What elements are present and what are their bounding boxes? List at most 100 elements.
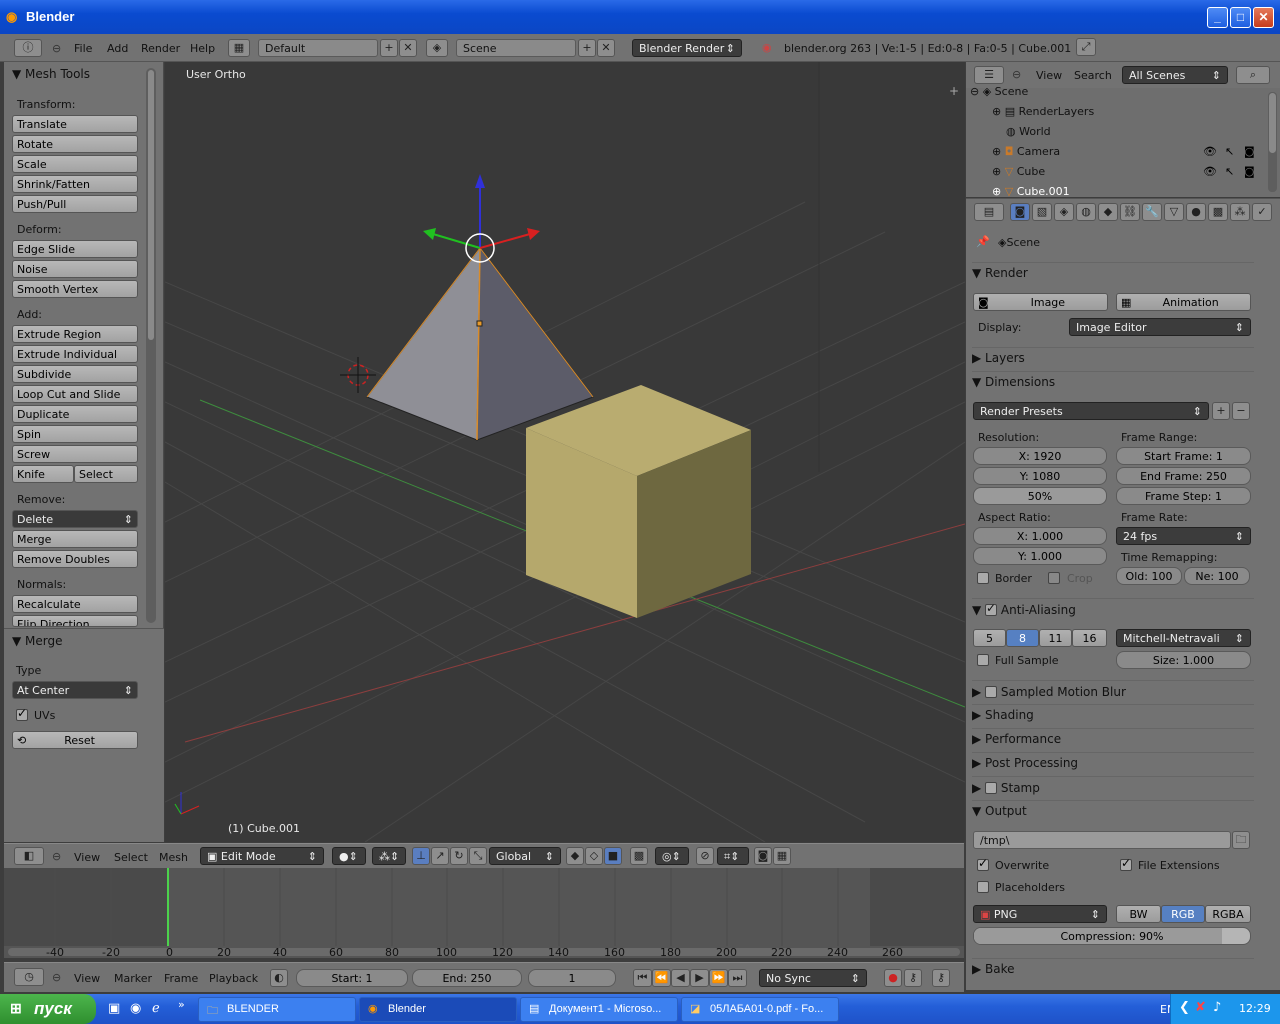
start-frame-field[interactable]: Start: 1 — [296, 969, 408, 987]
motion-blur-panel-header[interactable]: ▶ Sampled Motion Blur — [972, 680, 1254, 702]
outliner-item-world[interactable]: ◍ World — [1006, 125, 1051, 138]
play-icon[interactable]: ▶ — [690, 969, 709, 987]
editor-type-outliner-icon[interactable]: ☰ — [974, 66, 1004, 84]
menu-add[interactable]: Add — [107, 42, 128, 55]
merge-type-select[interactable]: At Center ⇕ — [12, 681, 138, 699]
outliner-item-renderlayers[interactable]: ⊕ ▤ RenderLayers — [992, 105, 1094, 118]
resolution-percentage-field[interactable]: 50% — [973, 487, 1107, 505]
merge-panel-header[interactable]: ▼ Merge — [12, 634, 63, 648]
render-engine-select[interactable]: Blender Render ⇕ — [632, 39, 742, 57]
color-bw-button[interactable]: BW — [1116, 905, 1161, 923]
edge-select-icon[interactable]: ◇ — [585, 847, 603, 865]
color-rgb-button[interactable]: RGB — [1161, 905, 1205, 923]
recalculate-button[interactable]: Recalculate — [12, 595, 138, 613]
aa-samples-11-button[interactable]: 11 — [1039, 629, 1072, 647]
motion-blur-checkbox[interactable] — [985, 686, 998, 698]
translate-button[interactable]: Translate — [12, 115, 138, 133]
render-tab-icon[interactable]: ◙ — [1010, 203, 1030, 221]
particles-tab-icon[interactable]: ⁂ — [1230, 203, 1250, 221]
occlude-geometry-icon[interactable]: ▩ — [630, 847, 648, 865]
proportional-edit-select[interactable]: ◎⇕ — [655, 847, 689, 865]
transform-orientation-select[interactable]: Global ⇕ — [489, 847, 561, 865]
physics-tab-icon[interactable]: ✓ — [1252, 203, 1272, 221]
record-icon[interactable]: ● — [884, 969, 902, 987]
flip-direction-button[interactable]: Flip Direction — [12, 615, 138, 627]
anti-aliasing-panel-header[interactable]: ▼ ✓ Anti-Aliasing — [972, 598, 1254, 620]
aa-filter-select[interactable]: Mitchell-Netravali ⇕ — [1116, 629, 1251, 647]
remove-preset-icon[interactable]: − — [1232, 402, 1250, 420]
jump-keyframe-back-icon[interactable]: ⏪ — [652, 969, 671, 987]
output-panel-header[interactable]: ▼ Output — [972, 800, 1254, 822]
render-animation-icon[interactable]: ▦ — [773, 847, 791, 865]
menu-help[interactable]: Help — [190, 42, 215, 55]
shading-panel-header[interactable]: ▶ Shading — [972, 704, 1254, 726]
scale-manipulator-icon[interactable]: ⤡ — [469, 847, 487, 865]
overwrite-checkbox[interactable]: ✓ — [977, 856, 989, 871]
maximize-button[interactable]: □ — [1230, 7, 1251, 28]
performance-panel-header[interactable]: ▶ Performance — [972, 728, 1254, 750]
push-pull-button[interactable]: Push/Pull — [12, 195, 138, 213]
output-path-field[interactable]: /tmp\ — [973, 831, 1231, 849]
tray-volume-icon[interactable]: ♪ — [1213, 1000, 1221, 1015]
jump-keyframe-forward-icon[interactable]: ⏩ — [709, 969, 728, 987]
file-format-select[interactable]: ▣ PNG ⇕ — [973, 905, 1107, 923]
search-icon[interactable]: ⌕ — [1236, 66, 1270, 84]
vertex-select-icon[interactable]: ◆ — [566, 847, 584, 865]
quicklaunch-chrome-icon[interactable]: ◉ — [130, 1001, 141, 1016]
aa-samples-16-button[interactable]: 16 — [1072, 629, 1107, 647]
render-panel-header[interactable]: ▼ Render — [972, 262, 1254, 284]
knife-select-button[interactable]: Select — [74, 465, 138, 483]
menu-search[interactable]: Search — [1074, 69, 1112, 82]
display-select[interactable]: Image Editor ⇕ — [1069, 318, 1251, 336]
preview-range-icon[interactable]: ◐ — [270, 969, 288, 987]
task-blender-folder[interactable]: 🗀 BLENDER — [198, 997, 356, 1022]
viewport-shading-select[interactable]: ●⇕ — [332, 847, 366, 865]
quicklaunch-ie-icon[interactable]: ℯ — [152, 1001, 160, 1016]
play-reverse-icon[interactable]: ◀ — [671, 969, 690, 987]
3d-cursor[interactable] — [340, 357, 376, 393]
scene-icon[interactable]: ◈ — [426, 39, 448, 57]
outliner-scrollbar[interactable] — [1268, 92, 1277, 192]
selectable-cursor-icon[interactable]: ↖ — [1225, 165, 1234, 178]
placeholders-checkbox[interactable] — [977, 881, 989, 893]
cube-mesh[interactable] — [526, 385, 751, 618]
extrude-individual-button[interactable]: Extrude Individual — [12, 345, 138, 363]
mesh-tools-header[interactable]: ▼ Mesh Tools — [12, 67, 90, 81]
renderable-camera-icon[interactable]: ◙ — [1244, 165, 1255, 178]
clock[interactable]: 12:29 — [1239, 1002, 1271, 1015]
stamp-panel-header[interactable]: ▶ Stamp — [972, 776, 1254, 798]
end-frame-field[interactable]: End Frame: 250 — [1116, 467, 1251, 485]
uvs-checkbox[interactable]: ✓ — [16, 706, 28, 721]
crop-checkbox[interactable] — [1048, 572, 1060, 584]
outliner-filter-select[interactable]: All Scenes ⇕ — [1122, 66, 1228, 84]
viewport-canvas[interactable] — [165, 62, 965, 842]
outliner-item-cube-001[interactable]: ⊕ ▽ Cube.001 — [992, 185, 1070, 197]
jump-end-icon[interactable]: ⏭ — [728, 969, 747, 987]
material-tab-icon[interactable]: ● — [1186, 203, 1206, 221]
scale-button[interactable]: Scale — [12, 155, 138, 173]
renderable-camera-icon[interactable]: ◙ — [1244, 145, 1255, 158]
remove-doubles-button[interactable]: Remove Doubles — [12, 550, 138, 568]
menu-render[interactable]: Render — [141, 42, 180, 55]
menu-frame[interactable]: Frame — [164, 972, 198, 985]
outliner-item-scene[interactable]: ⊖ ◈ Scene — [970, 85, 1028, 99]
add-scene-icon[interactable]: + — [578, 39, 596, 57]
fullscreen-icon[interactable]: ⤢ — [1076, 38, 1096, 56]
start-frame-field[interactable]: Start Frame: 1 — [1116, 447, 1251, 465]
data-tab-icon[interactable]: ▽ — [1164, 203, 1184, 221]
render-image-button[interactable]: ◙ Image — [973, 293, 1108, 311]
snap-element-select[interactable]: ⌗⇕ — [717, 847, 749, 865]
menu-view[interactable]: View — [74, 851, 100, 864]
smooth-vertex-button[interactable]: Smooth Vertex — [12, 280, 138, 298]
menu-view[interactable]: View — [1036, 69, 1062, 82]
object-tab-icon[interactable]: ◆ — [1098, 203, 1118, 221]
spin-button[interactable]: Spin — [12, 425, 138, 443]
close-button[interactable]: ✕ — [1253, 7, 1274, 28]
collapse-menu-icon[interactable]: ⊖ — [1012, 68, 1021, 81]
render-layers-tab-icon[interactable]: ▧ — [1032, 203, 1052, 221]
sync-mode-select[interactable]: No Sync ⇕ — [759, 969, 867, 987]
texture-tab-icon[interactable]: ▩ — [1208, 203, 1228, 221]
post-processing-panel-header[interactable]: ▶ Post Processing — [972, 752, 1254, 774]
resolution-x-field[interactable]: X: 1920 — [973, 447, 1107, 465]
file-browser-icon[interactable]: 🗀 — [1232, 831, 1250, 849]
